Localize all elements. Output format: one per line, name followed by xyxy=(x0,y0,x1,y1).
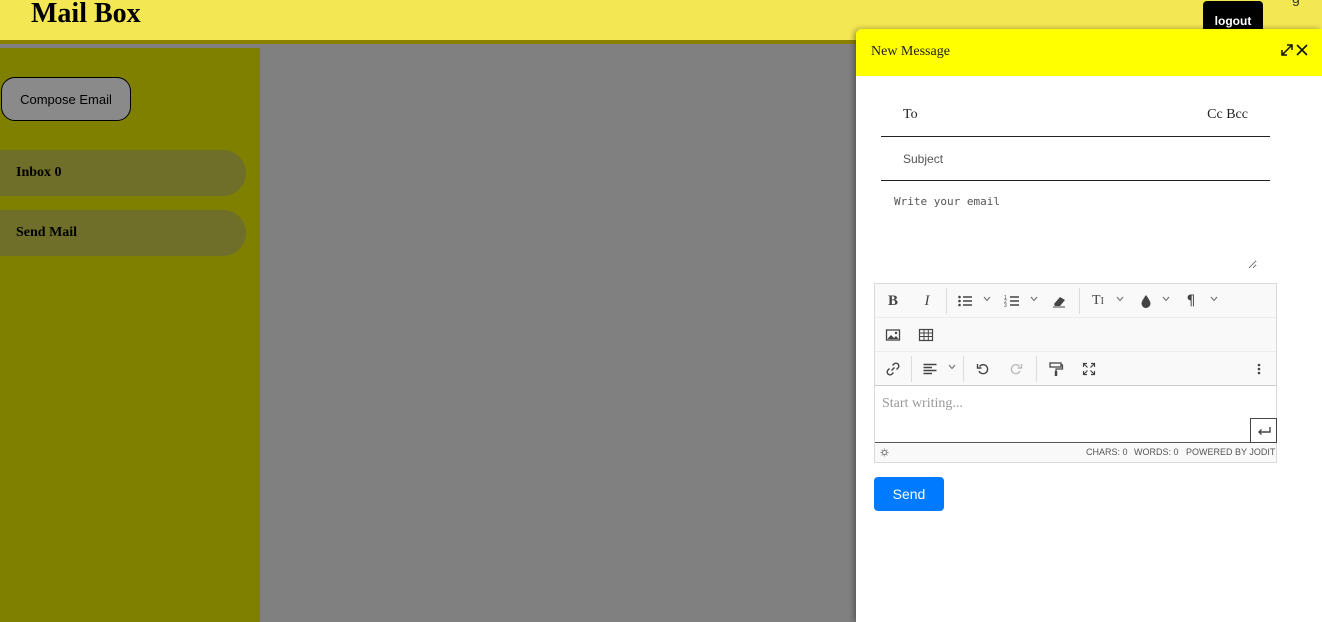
to-field[interactable]: To Cc Bcc xyxy=(881,94,1270,137)
chevron-down-icon[interactable] xyxy=(1210,296,1218,302)
to-label: To xyxy=(903,107,918,122)
compose-panel: New Message To Cc Bcc B I xyxy=(856,29,1322,622)
compose-email-button[interactable]: Compose Email xyxy=(1,77,131,121)
chevron-down-icon[interactable] xyxy=(948,364,956,370)
chars-count: CHARS: 0 xyxy=(1086,447,1128,457)
sidebar-item-send-mail[interactable]: Send Mail xyxy=(0,210,246,256)
italic-icon[interactable]: I xyxy=(917,289,937,313)
toolbar-row xyxy=(875,318,1276,352)
undo-icon[interactable] xyxy=(976,357,990,381)
toolbar-separator xyxy=(1079,288,1080,314)
chevron-down-icon[interactable] xyxy=(1030,296,1038,302)
font-size-icon[interactable]: TI xyxy=(1089,289,1107,313)
powered-by-link[interactable]: POWERED BY JODIT xyxy=(1186,447,1275,457)
corner-icon: g xyxy=(1292,0,1300,6)
more-dots-icon[interactable] xyxy=(1255,357,1263,381)
align-icon[interactable] xyxy=(922,357,938,381)
subject-field xyxy=(881,138,1270,181)
eraser-icon[interactable] xyxy=(1051,289,1067,313)
editor-statusbar: CHARS: 0 WORDS: 0 POWERED BY JODIT xyxy=(875,444,1276,462)
app-title: Mail Box xyxy=(31,0,141,29)
svg-text:3: 3 xyxy=(1004,303,1007,309)
cc-bcc-toggle[interactable]: Cc Bcc xyxy=(1207,107,1248,123)
color-drop-icon[interactable] xyxy=(1140,289,1152,313)
email-body-textarea[interactable] xyxy=(885,191,1257,269)
toolbar-separator xyxy=(963,356,964,382)
link-icon[interactable] xyxy=(885,357,901,381)
editor-content-area[interactable]: Start writing... xyxy=(875,386,1277,443)
compose-header: New Message xyxy=(856,29,1322,76)
toolbar-separator xyxy=(1036,356,1037,382)
unordered-list-icon[interactable] xyxy=(957,289,973,313)
toolbar-separator xyxy=(946,288,947,314)
toolbar-row xyxy=(875,352,1276,386)
toolbar-row: B I 1 2 3 TI ¶ xyxy=(875,284,1276,318)
paragraph-icon[interactable]: ¶ xyxy=(1184,289,1198,313)
words-count: WORDS: 0 xyxy=(1134,447,1179,457)
fullsize-icon[interactable] xyxy=(1082,357,1096,381)
close-icon[interactable] xyxy=(1295,43,1309,57)
compose-title: New Message xyxy=(871,44,950,59)
table-icon[interactable] xyxy=(918,323,934,347)
enter-icon[interactable] xyxy=(1250,418,1277,443)
chevron-down-icon[interactable] xyxy=(1116,296,1124,302)
send-button[interactable]: Send xyxy=(874,477,944,511)
editor-placeholder: Start writing... xyxy=(882,396,963,411)
bold-icon[interactable]: B xyxy=(883,289,903,313)
sidebar-item-inbox[interactable]: Inbox 0 xyxy=(0,150,246,196)
chevron-down-icon[interactable] xyxy=(1162,296,1170,302)
format-painter-icon[interactable] xyxy=(1048,357,1064,381)
image-icon[interactable] xyxy=(885,323,901,347)
editor-toolbar: B I 1 2 3 TI ¶ xyxy=(875,284,1276,386)
toolbar-separator xyxy=(911,356,912,382)
redo-icon[interactable] xyxy=(1009,357,1023,381)
sidebar: Compose Email Inbox 0 Send Mail xyxy=(0,48,260,622)
subject-input[interactable] xyxy=(881,138,1270,180)
expand-icon[interactable] xyxy=(1280,43,1294,57)
ordered-list-icon[interactable]: 1 2 3 xyxy=(1004,289,1020,313)
chevron-down-icon[interactable] xyxy=(983,296,991,302)
gear-icon[interactable] xyxy=(880,448,889,457)
rich-text-editor: B I 1 2 3 TI ¶ Start writing... CHARS: 0… xyxy=(874,283,1277,463)
